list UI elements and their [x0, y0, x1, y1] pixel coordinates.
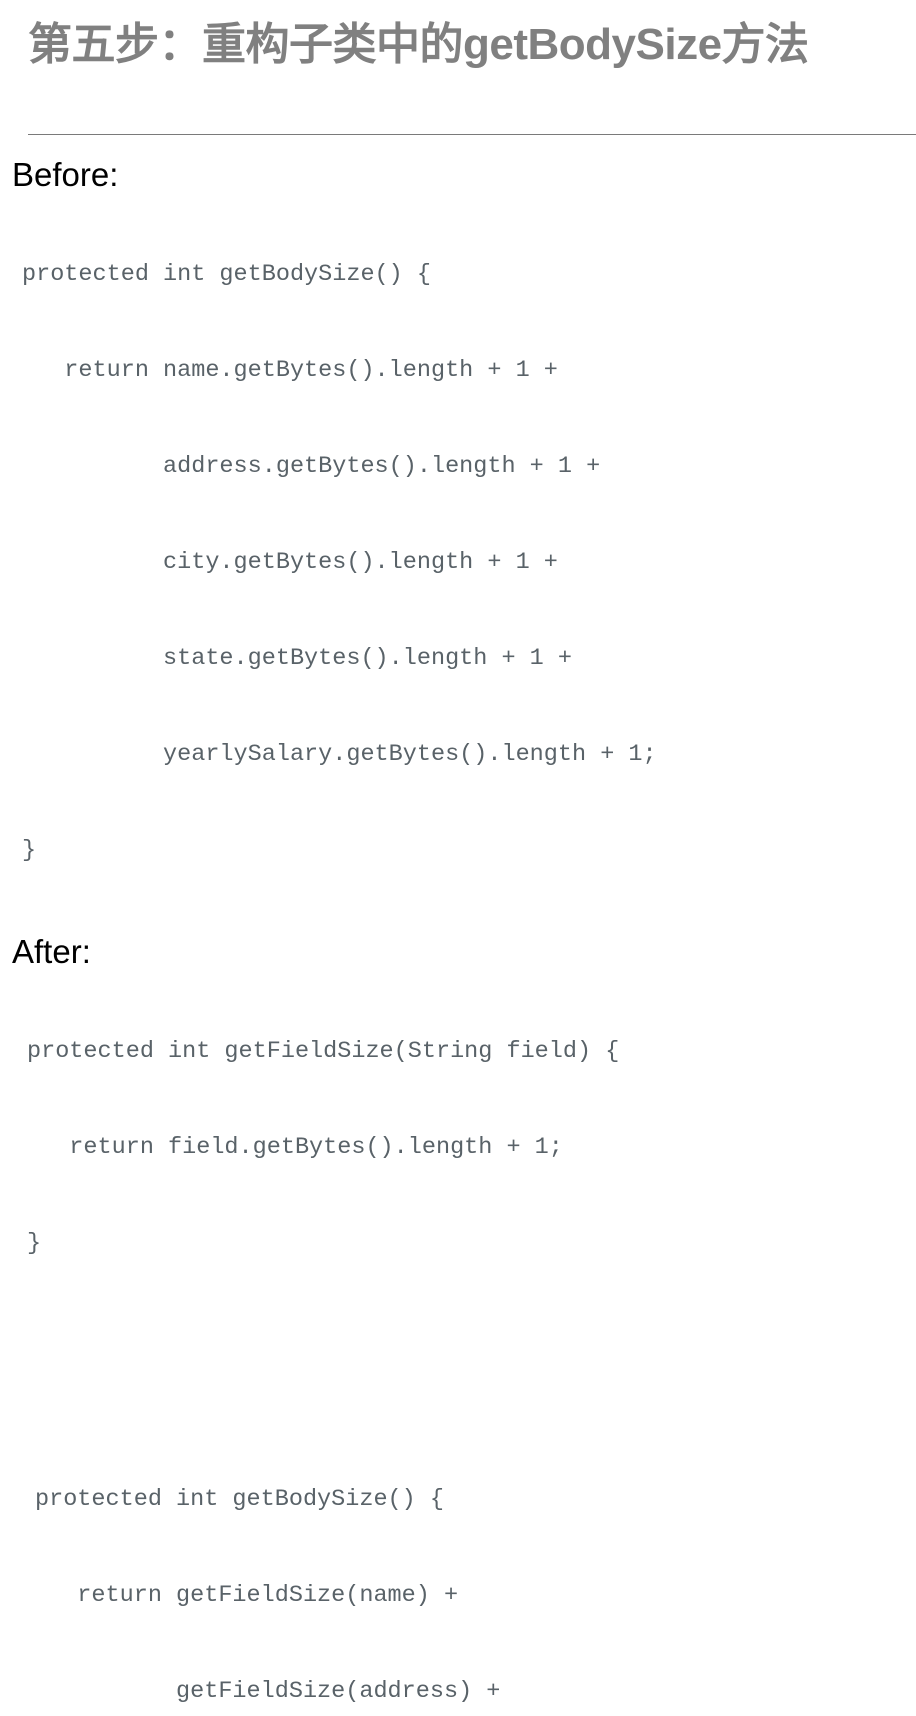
before-code-block: protected int getBodySize() { return nam…: [0, 195, 916, 931]
code-line: return field.getBytes().length + 1;: [27, 1133, 563, 1161]
before-section-label: Before:: [12, 156, 119, 193]
code-line: return name.getBytes().length + 1 +: [22, 356, 558, 384]
code-line: protected int getBodySize() {: [35, 1485, 444, 1513]
code-line: yearlySalary.getBytes().length + 1;: [22, 740, 657, 768]
code-line: getFieldSize(address) +: [35, 1677, 501, 1705]
page-title: 第五步：重构子类中的getBodySize方法: [28, 20, 809, 69]
code-line: return getFieldSize(name) +: [35, 1581, 459, 1609]
after-code-block-getbodysize: protected int getBodySize() { return get…: [0, 1324, 916, 1716]
code-line: protected int getFieldSize(String field)…: [27, 1037, 620, 1065]
code-line: protected int getBodySize() {: [22, 260, 431, 288]
slide: 第五步：重构子类中的getBodySize方法 Before: protecte…: [0, 0, 916, 1705]
code-line: }: [22, 836, 37, 864]
code-line: address.getBytes().length + 1 +: [22, 452, 601, 480]
after-section-label: After:: [12, 932, 91, 970]
code-line: }: [27, 1229, 42, 1257]
after-code-block-getfieldsize: protected int getFieldSize(String field)…: [0, 972, 916, 1324]
code-line: city.getBytes().length + 1 +: [22, 548, 558, 576]
title-divider: [28, 134, 916, 135]
code-line: state.getBytes().length + 1 +: [22, 644, 572, 672]
slide-body: Before: protected int getBodySize() { re…: [0, 156, 916, 1705]
